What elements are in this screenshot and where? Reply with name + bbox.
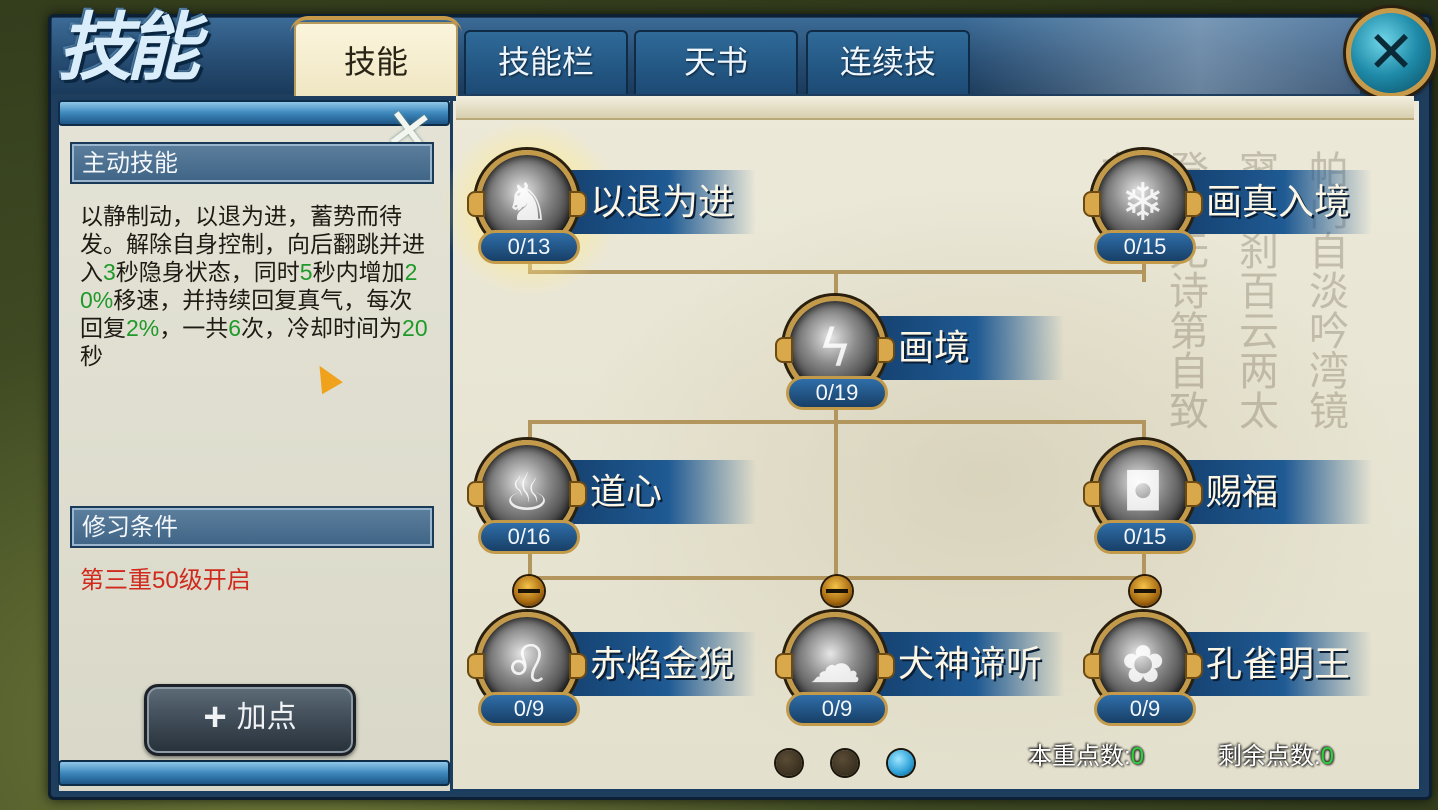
skill-node-yituiweijin[interactable]: 以退为进 ♞ 0/13	[466, 150, 766, 270]
page-dot-1[interactable]	[776, 750, 802, 776]
scroll-top-edge	[456, 96, 1414, 120]
skill-level: 0/15	[1094, 520, 1196, 554]
remaining-points-label: 剩余点数:	[1218, 743, 1321, 770]
lock-icon	[514, 576, 544, 606]
active-skill-heading: 主动技能	[70, 142, 434, 184]
lock-icon	[1130, 576, 1160, 606]
skill-node-quanshenditing[interactable]: 犬神谛听 ☁ 0/9	[774, 576, 1074, 732]
skill-level: 0/9	[786, 692, 888, 726]
header-scenery	[960, 18, 1360, 94]
skill-level: 0/16	[478, 520, 580, 554]
description-value: 20	[402, 315, 428, 341]
description-value: 2%	[126, 315, 160, 341]
description-value: 3	[103, 259, 116, 285]
remaining-points: 剩余点数:0	[1218, 736, 1334, 771]
skill-node-huajing[interactable]: 画境 ϟ 0/19	[774, 296, 1074, 416]
tab-skills[interactable]: 技能	[290, 16, 462, 96]
description-value: 6	[228, 315, 242, 341]
skill-node-daoxin[interactable]: 道心 ♨ 0/16	[466, 440, 766, 560]
description-text: 秒内增加	[312, 259, 405, 285]
add-point-label: 加点	[236, 701, 297, 734]
current-points-label: 本重点数:	[1028, 743, 1131, 770]
page-dot-3[interactable]	[888, 750, 914, 776]
current-tier-points: 本重点数:0	[1028, 736, 1144, 771]
skill-node-cifu[interactable]: 赐福 ◘ 0/15	[1082, 440, 1382, 560]
skill-level: 0/19	[786, 376, 888, 410]
skill-description: 以静制动，以退为进，蓄势而待发。解除自身控制，向后翻跳并进入3秒隐身状态，同时5…	[80, 202, 430, 370]
description-value: 5	[299, 259, 313, 285]
add-point-button[interactable]: + 加点	[144, 684, 356, 756]
skill-node-huazhenrujing[interactable]: 画真入境 ❄ 0/15	[1082, 150, 1382, 270]
window-title-art: 技能	[58, 5, 200, 91]
skill-level: 0/9	[478, 692, 580, 726]
tab-heavenly-book[interactable]: 天书	[634, 30, 798, 94]
close-icon: ✕	[1366, 18, 1416, 86]
tab-skill-bar[interactable]: 技能栏	[464, 30, 628, 94]
lock-icon	[822, 576, 852, 606]
description-text: 次，冷却时间为	[241, 315, 403, 341]
requirement-text: 第三重50级开启	[80, 567, 251, 594]
close-button[interactable]: ✕	[1346, 8, 1436, 98]
panel-bottom-cap	[58, 760, 450, 786]
skill-node-kongquemingwang[interactable]: 孔雀明王 ✿ 0/9	[1082, 576, 1382, 732]
description-text: ，一共	[159, 315, 229, 341]
skill-level: 0/15	[1094, 230, 1196, 264]
current-points-value: 0	[1130, 743, 1145, 770]
remaining-points-value: 0	[1320, 743, 1335, 770]
tab-combo-skills[interactable]: 连续技	[806, 30, 970, 94]
skill-level: 0/9	[1094, 692, 1196, 726]
skill-node-chiyanjinni[interactable]: 赤焰金猊 ♌ 0/9	[466, 576, 766, 732]
plus-icon: +	[203, 695, 227, 739]
description-text: 秒	[80, 343, 103, 369]
description-text: 秒隐身状态，同时	[115, 259, 300, 285]
requirement-heading: 修习条件	[70, 506, 434, 548]
page-dot-2[interactable]	[832, 750, 858, 776]
tree-connector	[834, 398, 838, 580]
skill-level: 0/13	[478, 230, 580, 264]
